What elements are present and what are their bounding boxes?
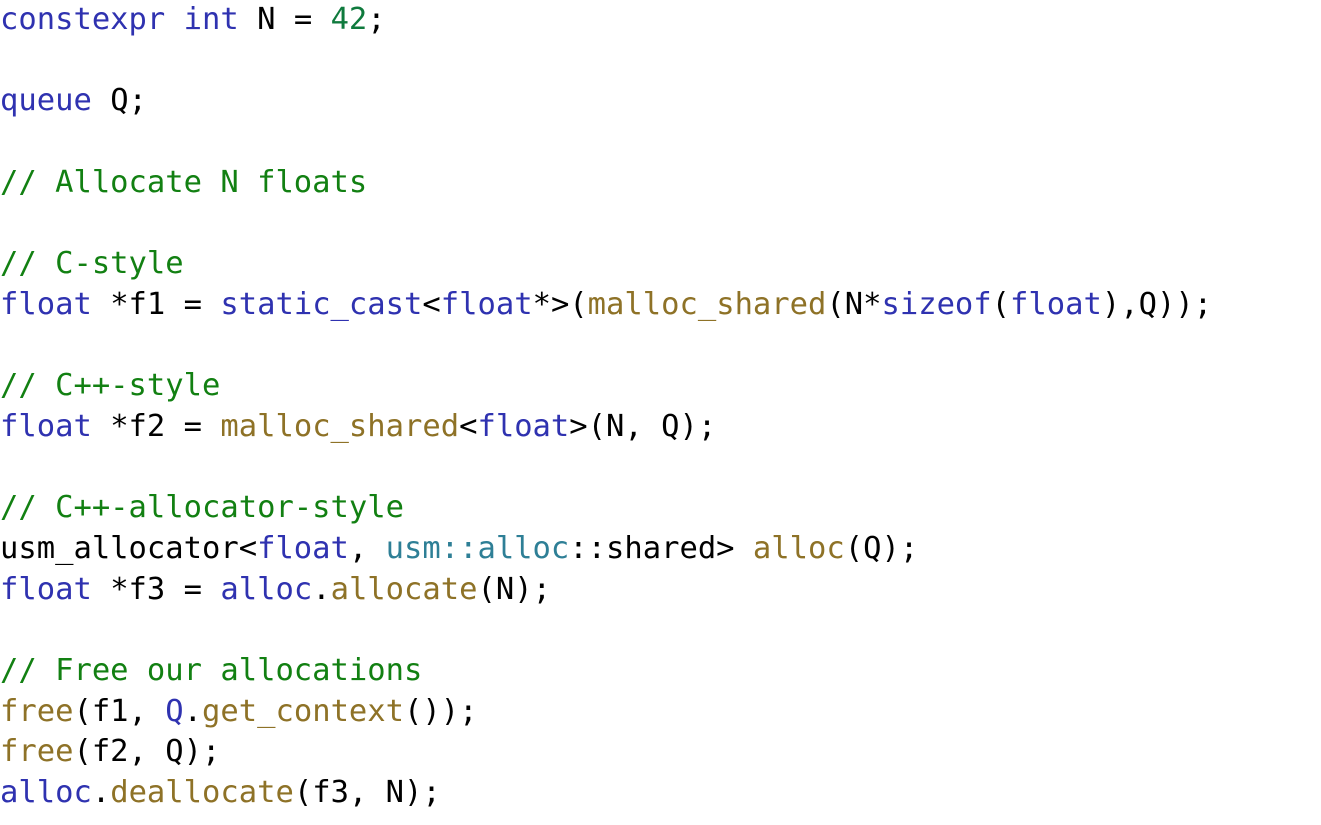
code-line: free(f2, Q); (0, 732, 1321, 773)
code-token-plain: ()); (404, 693, 478, 729)
code-line: // C++-allocator-style (0, 488, 1321, 529)
code-token-type: float (440, 286, 533, 322)
code-token-function: free (0, 693, 74, 729)
code-line: usm_allocator<float, usm::alloc::shared>… (0, 529, 1321, 570)
code-line: alloc.deallocate(f3, N); (0, 773, 1321, 814)
code-token-plain: (f1, (73, 693, 166, 729)
code-line: free(f1, Q.get_context()); (0, 692, 1321, 733)
code-token-keyword: static_cast (220, 286, 423, 322)
code-token-namespace: usm::alloc (385, 530, 570, 566)
code-token-comment: // C-style (0, 246, 184, 282)
code-token-function: allocate (330, 571, 478, 607)
code-line: // Free our allocations (0, 651, 1321, 692)
code-token-plain: (N* (826, 286, 882, 322)
code-token-plain: usm_allocator< (0, 530, 258, 566)
code-token-plain: (f3, N); (293, 775, 441, 811)
code-token-function: alloc (752, 530, 845, 566)
code-token-plain: *f2 = (91, 408, 221, 444)
code-token-variable: alloc (220, 571, 313, 607)
code-token-function: free (0, 734, 74, 770)
code-listing: constexpr int N = 42; queue Q; // Alloca… (0, 0, 1321, 814)
code-token-plain: (N); (477, 571, 551, 607)
code-token-plain: ; (367, 2, 386, 37)
code-token-type: float (477, 408, 570, 444)
code-token-type: float (0, 286, 92, 322)
code-token-function: get_context (202, 693, 405, 729)
code-token-type: float (0, 408, 92, 444)
code-token-number: 42 (330, 2, 368, 37)
code-token-plain: , (348, 530, 386, 566)
code-token-function: deallocate (110, 775, 294, 811)
code-token-plain: Q; (91, 83, 147, 119)
code-token-plain: . (183, 693, 203, 729)
code-token-comment: // C++-allocator-style (0, 490, 404, 526)
code-token-plain: N = (238, 2, 331, 37)
code-token-plain: *f1 = (91, 286, 221, 322)
code-token-plain: . (312, 571, 331, 607)
code-token-comment: // C++-style (0, 368, 221, 404)
code-token-plain: *>( (532, 286, 588, 322)
code-line: constexpr int N = 42; (0, 0, 1321, 41)
code-line: float *f1 = static_cast<float*>(malloc_s… (0, 285, 1321, 326)
code-token-keyword: sizeof (881, 286, 992, 322)
code-token-plain: ::shared> (569, 530, 753, 566)
code-token-variable: alloc (0, 775, 92, 811)
code-line: // C-style (0, 244, 1321, 285)
code-token-function: malloc_shared (220, 408, 460, 444)
code-token-plain: *f3 = (91, 571, 221, 607)
code-token-plain: < (459, 408, 478, 444)
code-token-variable: Q (165, 693, 184, 729)
code-token-plain: . (91, 775, 111, 811)
code-token-keyword: constexpr (0, 2, 166, 37)
code-token-type: float (0, 571, 92, 607)
code-token-plain: < (422, 286, 441, 322)
code-token-plain: >(N, Q); (569, 408, 717, 444)
code-token-comment: // Allocate N floats (0, 164, 368, 200)
code-token-type: float (257, 530, 349, 566)
code-token-plain: (f2, Q); (73, 734, 221, 770)
code-line: // C++-style (0, 366, 1321, 407)
code-token-plain: (Q); (844, 530, 919, 566)
code-line: float *f2 = malloc_shared<float>(N, Q); (0, 407, 1321, 448)
code-line: // Allocate N floats (0, 163, 1321, 204)
code-token-keyword: queue (0, 83, 92, 119)
code-token-type: float (1010, 286, 1102, 322)
code-line: float *f3 = alloc.allocate(N); (0, 570, 1321, 611)
code-line: queue Q; (0, 81, 1321, 122)
code-token-function: malloc_shared (587, 286, 827, 322)
code-token-plain: ( (991, 286, 1011, 322)
code-token-plain: ),Q)); (1101, 286, 1213, 322)
code-token-keyword: int (183, 2, 239, 37)
code-token-comment: // Free our allocations (0, 653, 423, 688)
